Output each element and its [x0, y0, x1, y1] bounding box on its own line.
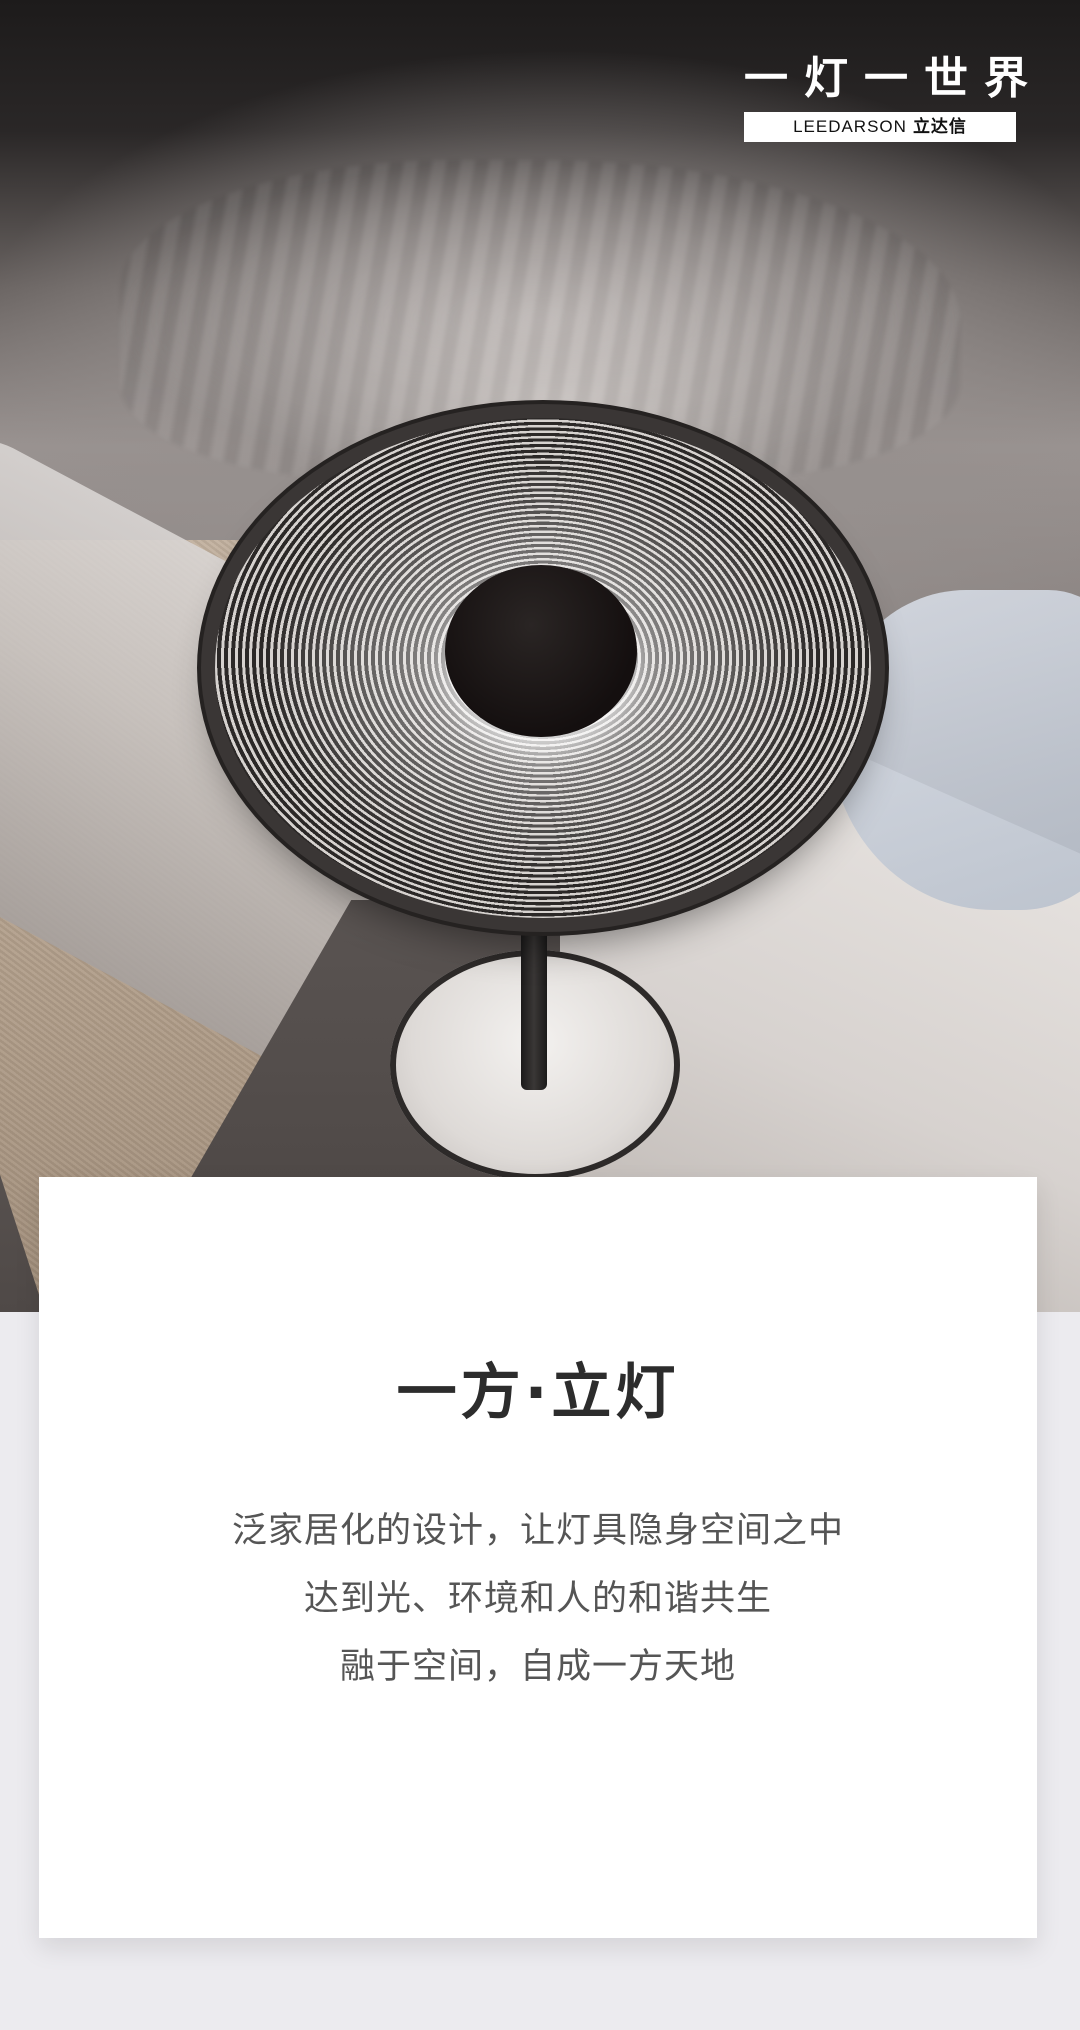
lamp-cap	[445, 565, 637, 737]
hero-photo: 一灯一世界 LEEDARSON 立达信	[0, 0, 1080, 1312]
description-line: 泛家居化的设计，让灯具隐身空间之中	[231, 1511, 844, 1551]
logo-slogan: 一灯一世界	[744, 53, 1044, 104]
description-line: 融于空间，自成一方天地	[339, 1647, 736, 1687]
logo-brand-bar: LEEDARSON 立达信	[744, 112, 1016, 142]
brand-logo: 一灯一世界 LEEDARSON 立达信	[744, 53, 1044, 142]
brand-name-cn: 立达信	[912, 117, 967, 136]
product-description: 泛家居化的设计，让灯具隐身空间之中 达到光、环境和人的和谐共生 融于空间，自成一…	[39, 1497, 1037, 1701]
product-title: 一方·立灯	[396, 1358, 680, 1428]
brand-name-en: LEEDARSON	[793, 117, 907, 136]
description-line: 达到光、环境和人的和谐共生	[303, 1579, 772, 1619]
product-card: 一方·立灯 泛家居化的设计，让灯具隐身空间之中 达到光、环境和人的和谐共生 融于…	[39, 1177, 1037, 1938]
